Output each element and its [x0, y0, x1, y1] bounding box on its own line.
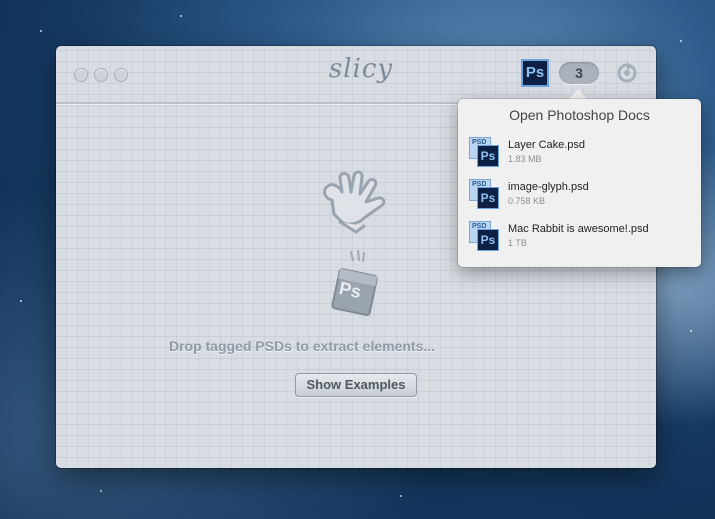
star [180, 15, 182, 17]
open-docs-count-badge[interactable]: 3 [559, 62, 599, 84]
titlebar: slicy Ps 3 [56, 46, 656, 104]
star [40, 30, 42, 32]
app-logo: slicy [328, 54, 394, 84]
open-docs-popover: Open Photoshop Docs PSD Ps Layer Cake.ps… [458, 99, 701, 267]
psd-file-icon: Ps [327, 249, 381, 320]
doc-size: 1 TB [508, 238, 527, 248]
doc-size: 0.758 KB [508, 196, 546, 206]
doc-list-item[interactable]: PSD Ps Mac Rabbit is awesome!.psd 1 TB [469, 221, 694, 255]
doc-size: 1.83 MB [508, 154, 542, 164]
refresh-icon[interactable] [616, 62, 638, 84]
psd-file-icon: PSD Ps [469, 179, 499, 209]
glove-hand-icon [318, 170, 392, 240]
star [100, 490, 102, 492]
photoshop-icon[interactable]: Ps [521, 59, 549, 87]
popover-title: Open Photoshop Docs [509, 107, 650, 123]
star [680, 40, 682, 42]
doc-name: image-glyph.psd [508, 181, 589, 193]
star [690, 330, 692, 332]
zoom-button[interactable] [114, 68, 128, 82]
minimize-button[interactable] [94, 68, 108, 82]
doc-name: Layer Cake.psd [508, 139, 586, 151]
close-button[interactable] [74, 68, 88, 82]
drop-hint-text: Drop tagged PSDs to extract elements... [168, 338, 436, 354]
psd-file-icon: PSD Ps [469, 137, 499, 167]
show-examples-button[interactable]: Show Examples [295, 373, 417, 397]
star [400, 495, 402, 497]
doc-list-item[interactable]: PSD Ps image-glyph.psd 0.758 KB [469, 179, 694, 213]
drop-icon-label: Ps [337, 277, 363, 303]
doc-name: Mac Rabbit is awesome!.psd [508, 223, 649, 235]
star [20, 300, 22, 302]
doc-list-item[interactable]: PSD Ps Layer Cake.psd 1.83 MB [469, 137, 694, 171]
psd-file-icon: PSD Ps [469, 221, 499, 251]
